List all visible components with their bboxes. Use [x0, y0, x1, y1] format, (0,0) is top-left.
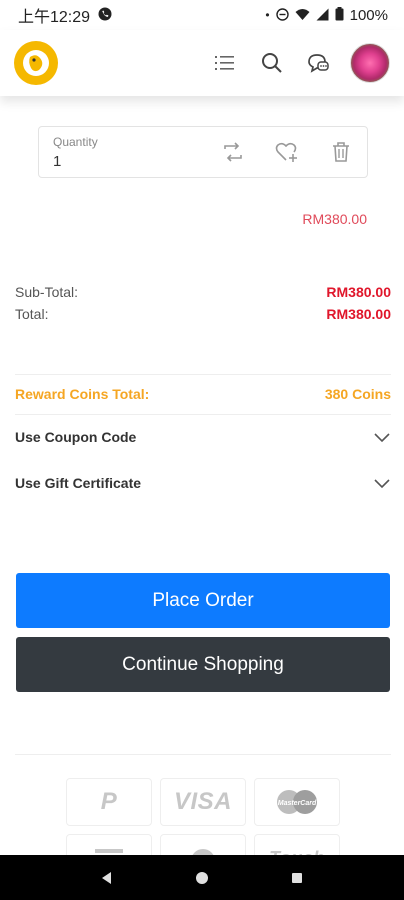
divider — [15, 414, 391, 415]
status-bar: 上午12:29 • 100% — [0, 0, 404, 30]
paypal-icon: P — [100, 788, 118, 815]
divider — [15, 374, 391, 375]
mastercard-logo: MasterCard — [254, 778, 340, 826]
status-left: 上午12:29 — [18, 3, 112, 27]
continue-shopping-label: Continue Shopping — [122, 653, 284, 675]
battery-percent: 100% — [349, 6, 388, 24]
heart-add-icon — [275, 142, 297, 162]
quantity-label: Quantity — [53, 134, 98, 149]
brand-logo[interactable] — [14, 41, 58, 85]
user-avatar[interactable] — [350, 43, 390, 83]
menu-button[interactable] — [214, 51, 238, 75]
subtotal-value: RM380.00 — [326, 284, 391, 300]
total-row: Total: RM380.00 — [15, 303, 391, 325]
remove-item-button[interactable] — [329, 140, 353, 164]
app-header — [0, 30, 404, 96]
dot-icon: • — [265, 8, 270, 22]
chevron-down-icon — [374, 433, 390, 443]
wifi-icon — [295, 8, 310, 23]
update-quantity-button[interactable] — [221, 140, 245, 164]
battery-icon — [335, 7, 344, 23]
add-to-wishlist-button[interactable] — [275, 140, 299, 164]
chevron-down-icon — [374, 479, 390, 489]
refresh-icon — [224, 142, 242, 162]
quantity-actions — [221, 140, 353, 164]
subtotal-label: Sub-Total: — [15, 284, 79, 300]
subtotal-row: Sub-Total: RM380.00 — [15, 281, 391, 303]
signal-icon — [316, 8, 329, 23]
continue-shopping-button[interactable]: Continue Shopping — [16, 637, 390, 692]
paypal-logo: P — [66, 778, 152, 826]
status-time: 上午12:29 — [18, 9, 91, 26]
reward-coins-label: Reward Coins Total: — [15, 386, 150, 402]
quantity-value[interactable]: 1 — [53, 153, 98, 170]
coupon-code-toggle[interactable]: Use Coupon Code — [15, 422, 391, 452]
trash-icon — [333, 142, 349, 162]
gift-certificate-toggle[interactable]: Use Gift Certificate — [15, 468, 391, 498]
status-right: • 100% — [265, 7, 388, 24]
phone-icon — [98, 7, 112, 23]
logo-icon — [23, 50, 49, 76]
header-actions — [214, 43, 390, 83]
place-order-button[interactable]: Place Order — [16, 573, 390, 628]
chat-button[interactable] — [306, 51, 330, 75]
mastercard-icon: MasterCard — [277, 790, 317, 814]
divider — [15, 754, 391, 755]
back-icon[interactable] — [99, 870, 115, 886]
place-order-label: Place Order — [152, 589, 254, 611]
search-icon — [262, 53, 282, 73]
quantity-field[interactable]: Quantity 1 — [53, 135, 98, 170]
total-value: RM380.00 — [326, 306, 391, 322]
mastercard-text: MasterCard — [278, 800, 317, 807]
menu-list-icon — [215, 56, 234, 70]
reward-coins-row: Reward Coins Total: 380 Coins — [15, 382, 391, 406]
item-price: RM380.00 — [302, 211, 367, 227]
visa-logo: VISA — [160, 778, 246, 826]
visa-icon: VISA — [173, 788, 232, 815]
chat-icon — [308, 54, 329, 73]
coupon-code-label: Use Coupon Code — [15, 429, 137, 445]
home-icon[interactable] — [194, 870, 210, 886]
search-button[interactable] — [260, 51, 284, 75]
total-label: Total: — [15, 306, 49, 322]
order-totals: Sub-Total: RM380.00 Total: RM380.00 — [15, 281, 391, 325]
recents-icon[interactable] — [289, 870, 305, 886]
quantity-card: Quantity 1 — [38, 126, 368, 178]
payment-row: P VISA MasterCard — [58, 778, 348, 826]
gift-certificate-label: Use Gift Certificate — [15, 475, 142, 491]
reward-coins-value: 380 Coins — [324, 386, 391, 402]
system-nav-bar — [0, 855, 404, 900]
dnd-icon — [275, 7, 289, 23]
